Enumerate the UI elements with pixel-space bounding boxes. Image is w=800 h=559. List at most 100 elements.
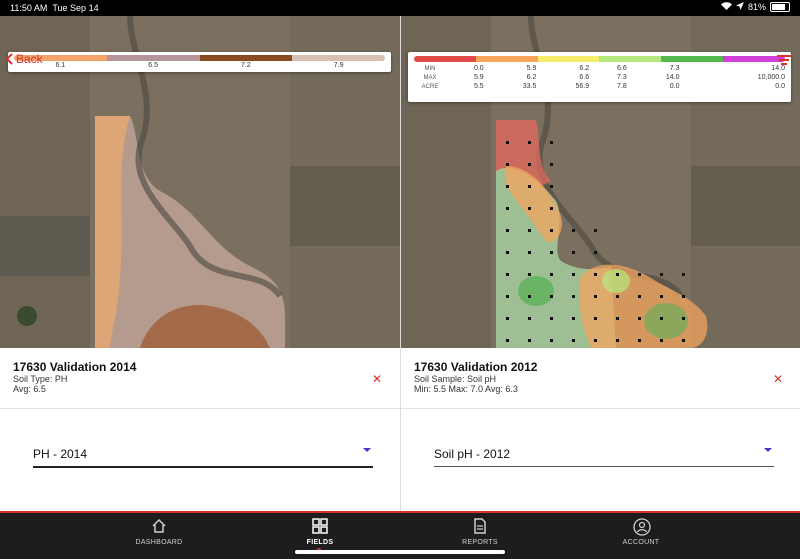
sample-point — [550, 163, 553, 166]
right-legend-color-bar — [414, 56, 785, 62]
sample-point — [660, 295, 663, 298]
sample-point — [682, 295, 685, 298]
right-legend-swatch — [599, 56, 662, 62]
left-legend-value: 6.5 — [148, 62, 158, 69]
right-legend-swatch — [537, 56, 600, 62]
sample-point — [506, 339, 509, 342]
right-legend-cell: 0.0 — [775, 83, 785, 90]
sample-point — [572, 317, 575, 320]
right-legend: MIN 0.0 5.9 6.2 6.6 7.3 14.0 MAX 5.9 6.2 6.6 7.3 14.… — [408, 52, 791, 102]
sample-point — [528, 339, 531, 342]
sample-point — [550, 273, 553, 276]
sample-point — [550, 229, 553, 232]
status-time: 11:50 AM — [10, 3, 48, 13]
right-field-info: 17630 Validation 2012 Soil Sample: Soil … — [414, 360, 537, 394]
right-legend-cell: 0.0 — [669, 83, 680, 90]
right-legend-cell: 6.2 — [526, 74, 537, 81]
right-legend-cell: 5.9 — [473, 74, 484, 81]
sample-point — [528, 273, 531, 276]
left-layer-select[interactable]: PH - 2014 — [33, 436, 373, 468]
sample-point — [528, 295, 531, 298]
sample-point — [638, 317, 641, 320]
location-icon — [735, 2, 744, 12]
sample-point — [528, 141, 531, 144]
back-label: Back — [16, 52, 43, 66]
right-layer-select[interactable]: Soil pH - 2012 — [434, 436, 774, 467]
left-legend-swatch — [292, 55, 385, 61]
left-legend-value: 7.9 — [333, 62, 344, 69]
left-legend-color-bar — [14, 55, 385, 61]
right-legend-row-label: MIN — [424, 65, 436, 72]
left-map-pane: 17630 Validation 2014 Soil Type: PH Avg:… — [0, 16, 400, 511]
back-button[interactable]: Back — [5, 52, 43, 66]
left-legend: 6.1 6.5 7.2 7.9 — [8, 52, 391, 72]
sample-point — [594, 273, 597, 276]
left-close-button[interactable]: ✕ — [372, 372, 382, 386]
sample-point — [506, 141, 509, 144]
sample-point — [506, 273, 509, 276]
sample-point — [506, 295, 509, 298]
sample-point — [682, 273, 685, 276]
right-legend-row: MAX 5.9 6.2 6.6 7.3 14.0 10,000.0 — [414, 73, 785, 82]
tab-account[interactable]: ACCOUNT — [581, 513, 701, 559]
sample-point — [682, 339, 685, 342]
sample-point — [594, 251, 597, 254]
home-indicator[interactable] — [295, 550, 505, 554]
tab-dashboard[interactable]: DASHBOARD — [99, 513, 219, 559]
tab-fields-label: FIELDS — [306, 539, 334, 546]
left-legend-swatch — [106, 55, 200, 61]
sample-point — [660, 339, 663, 342]
right-legend-cell: 56.9 — [575, 83, 590, 90]
sample-point — [682, 317, 685, 320]
sample-point — [550, 207, 553, 210]
tab-reports-label: REPORTS — [462, 539, 498, 546]
battery-fill — [772, 4, 785, 10]
right-layer-select-value: Soil pH - 2012 — [434, 447, 511, 461]
right-legend-cell: 6.6 — [579, 74, 590, 81]
left-field-title: 17630 Validation 2014 — [13, 360, 137, 374]
chevron-down-icon — [363, 448, 371, 452]
sample-point — [506, 317, 509, 320]
left-layer-select-value: PH - 2014 — [33, 447, 88, 461]
right-legend-swatch — [475, 56, 538, 62]
status-bar: 11:50 AM Tue Sep 14 81% — [0, 0, 800, 16]
status-right: 81% — [720, 2, 790, 12]
sample-point — [594, 339, 597, 342]
sample-point — [594, 295, 597, 298]
sample-point — [638, 273, 641, 276]
sample-point — [528, 185, 531, 188]
sample-point — [594, 229, 597, 232]
sample-point — [550, 339, 553, 342]
sample-point — [572, 229, 575, 232]
right-legend-table: MIN 0.0 5.9 6.2 6.6 7.3 14.0 MAX 5.9 6.2 6.6 7.3 14.… — [414, 64, 785, 91]
chevron-down-icon — [764, 448, 772, 452]
sample-point — [572, 295, 575, 298]
right-legend-row: ACRE 5.5 33.5 56.9 7.8 0.0 0.0 — [414, 82, 785, 91]
right-legend-cell: 14.0 — [665, 74, 680, 81]
sample-point — [506, 185, 509, 188]
sample-point — [616, 317, 619, 320]
right-legend-swatch — [661, 56, 724, 62]
filter-icon[interactable] — [777, 55, 791, 67]
status-date: Tue Sep 14 — [52, 3, 99, 13]
left-legend-values: 6.1 6.5 7.2 7.9 — [14, 62, 385, 69]
right-close-button[interactable]: ✕ — [773, 372, 783, 386]
left-legend-value: 7.2 — [241, 62, 251, 69]
left-field-soil-type: Soil Type: PH — [13, 374, 68, 384]
chevron-left-icon — [5, 53, 13, 65]
right-legend-row-label: MAX — [423, 74, 437, 81]
sample-point — [506, 229, 509, 232]
right-legend-cell: 7.3 — [617, 74, 627, 81]
sample-point — [638, 295, 641, 298]
status-time-date: 11:50 AM Tue Sep 14 — [10, 3, 99, 13]
right-legend-cell: 10,000.0 — [757, 74, 785, 81]
sample-point — [572, 339, 575, 342]
right-legend-cell: 14.0 — [771, 65, 785, 72]
sample-point — [616, 295, 619, 298]
sample-point — [528, 229, 531, 232]
tab-account-label: ACCOUNT — [622, 539, 660, 546]
sample-point — [572, 251, 575, 254]
left-field-avg: Avg: 6.5 — [13, 384, 46, 394]
right-legend-cell: 33.5 — [522, 83, 537, 90]
battery-icon — [770, 2, 790, 12]
